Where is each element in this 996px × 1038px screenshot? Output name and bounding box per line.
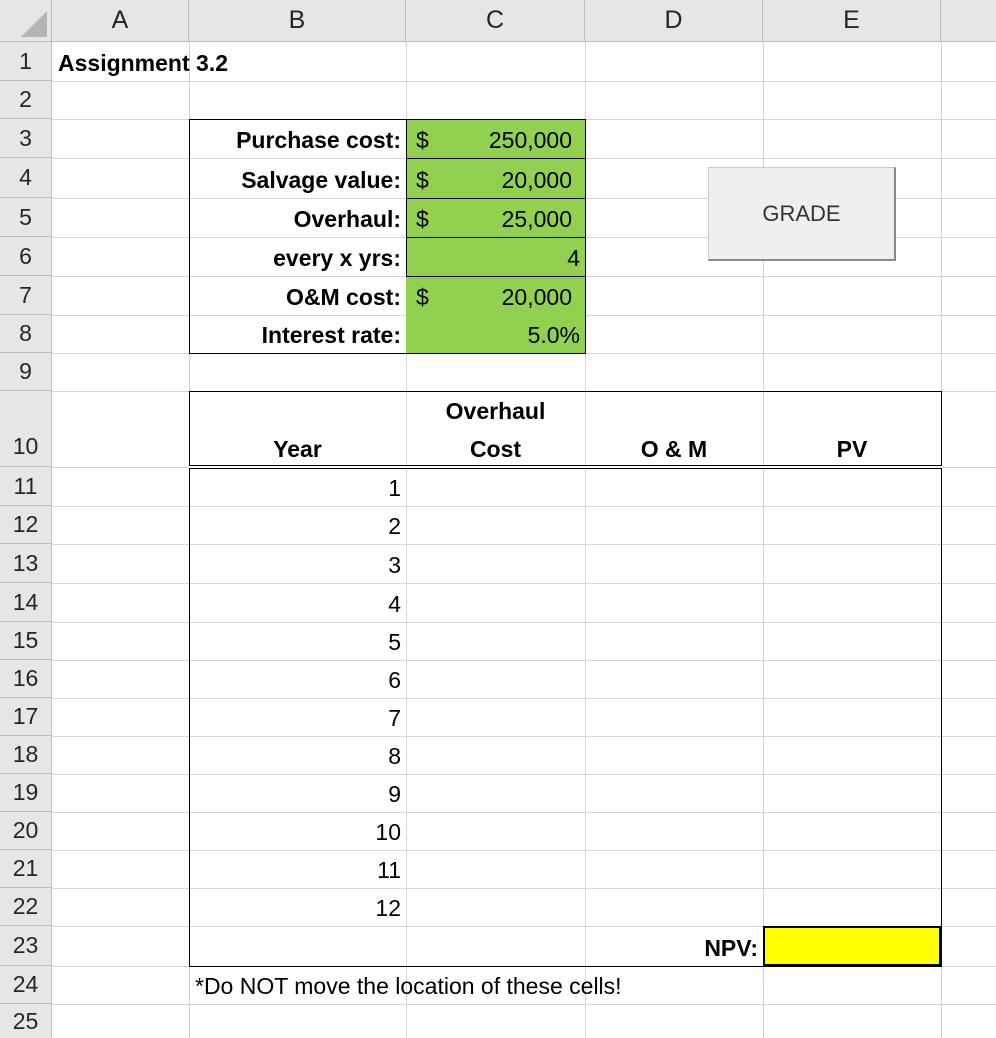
year-header[interactable]: Year [189, 429, 406, 467]
column-header-f[interactable] [941, 0, 996, 42]
interest-rate-cell[interactable]: 5.0% [406, 315, 585, 353]
row-header[interactable]: 12 [0, 506, 52, 544]
purchase-cost-cell[interactable]: $ 250,000 [406, 119, 585, 158]
purchase-cost-value: 250,000 [488, 127, 572, 153]
grid-line [52, 1004, 996, 1005]
purchase-cost-label[interactable]: Purchase cost: [189, 119, 406, 158]
npv-value-cell[interactable] [763, 926, 941, 966]
currency-symbol: $ [416, 167, 429, 193]
npv-label[interactable]: NPV: [585, 926, 763, 966]
grid-line [52, 353, 996, 354]
grade-button[interactable]: GRADE [708, 167, 896, 261]
row-header[interactable]: 16 [0, 660, 52, 698]
overhaul-label[interactable]: Overhaul: [189, 198, 406, 237]
row-header[interactable]: 11 [0, 467, 52, 506]
year-cell[interactable]: 9 [189, 774, 406, 812]
column-header-e[interactable]: E [763, 0, 941, 42]
column-header-a[interactable]: A [52, 0, 189, 42]
row-header[interactable]: 1 [0, 42, 52, 81]
year-cell[interactable]: 10 [189, 812, 406, 850]
om-header[interactable]: O & M [585, 429, 763, 467]
row-header[interactable]: 9 [0, 353, 52, 391]
currency-symbol: $ [416, 284, 429, 310]
year-cell[interactable]: 5 [189, 622, 406, 660]
row-header[interactable]: 14 [0, 583, 52, 622]
column-header-c[interactable]: C [406, 0, 585, 42]
year-cell[interactable]: 6 [189, 660, 406, 698]
salvage-value-cell[interactable]: $ 20,000 [406, 158, 585, 198]
row-header[interactable]: 2 [0, 81, 52, 119]
row-header[interactable]: 6 [0, 237, 52, 276]
overhaul-header-line2[interactable]: Cost [406, 429, 585, 467]
spreadsheet-grid: A B C D E 1 2 3 4 5 6 7 8 9 10 11 12 13 … [0, 0, 996, 1038]
select-all-triangle [21, 11, 47, 37]
salvage-value-label[interactable]: Salvage value: [189, 158, 406, 198]
row-header[interactable]: 17 [0, 698, 52, 736]
row-header[interactable]: 7 [0, 276, 52, 315]
select-all-corner[interactable] [0, 0, 52, 42]
row-header[interactable]: 19 [0, 774, 52, 812]
overhaul-header-line1[interactable]: Overhaul [406, 391, 585, 429]
row-header[interactable]: 25 [0, 1004, 52, 1038]
column-header-d[interactable]: D [585, 0, 763, 42]
row-header[interactable]: 24 [0, 966, 52, 1004]
year-cell[interactable]: 3 [189, 544, 406, 583]
year-cell[interactable]: 12 [189, 888, 406, 926]
year-cell[interactable]: 8 [189, 736, 406, 774]
column-header-b[interactable]: B [189, 0, 406, 42]
overhaul-value: 25,000 [501, 206, 572, 232]
pv-header[interactable]: PV [763, 429, 941, 467]
row-header[interactable]: 23 [0, 926, 52, 966]
year-cell[interactable]: 1 [189, 469, 406, 506]
row-header[interactable]: 8 [0, 315, 52, 353]
year-cell[interactable]: 11 [189, 850, 406, 888]
row-header[interactable]: 10 [0, 391, 52, 467]
row-header[interactable]: 20 [0, 812, 52, 850]
currency-symbol: $ [416, 127, 429, 153]
year-cell[interactable]: 7 [189, 698, 406, 736]
interest-rate-label[interactable]: Interest rate: [189, 315, 406, 353]
grid-line [52, 81, 996, 82]
row-header[interactable]: 18 [0, 736, 52, 774]
sheet-title[interactable]: Assignment 3.2 [52, 42, 312, 81]
row-header[interactable]: 15 [0, 622, 52, 660]
year-cell[interactable]: 4 [189, 583, 406, 622]
salvage-value-value: 20,000 [501, 167, 572, 193]
om-cost-value: 20,000 [501, 284, 572, 310]
row-header[interactable]: 13 [0, 544, 52, 583]
every-x-yrs-label[interactable]: every x yrs: [189, 237, 406, 276]
row-header[interactable]: 21 [0, 850, 52, 888]
currency-symbol: $ [416, 206, 429, 232]
row-header[interactable]: 4 [0, 158, 52, 198]
row-header[interactable]: 3 [0, 119, 52, 158]
om-cost-cell[interactable]: $ 20,000 [406, 276, 585, 315]
row-header[interactable]: 22 [0, 888, 52, 926]
overhaul-cell[interactable]: $ 25,000 [406, 198, 585, 237]
year-cell[interactable]: 2 [189, 506, 406, 544]
row-header[interactable]: 5 [0, 198, 52, 237]
note-text[interactable]: *Do NOT move the location of these cells… [189, 966, 789, 1004]
every-x-yrs-cell[interactable]: 4 [406, 237, 585, 276]
om-cost-label[interactable]: O&M cost: [189, 276, 406, 315]
